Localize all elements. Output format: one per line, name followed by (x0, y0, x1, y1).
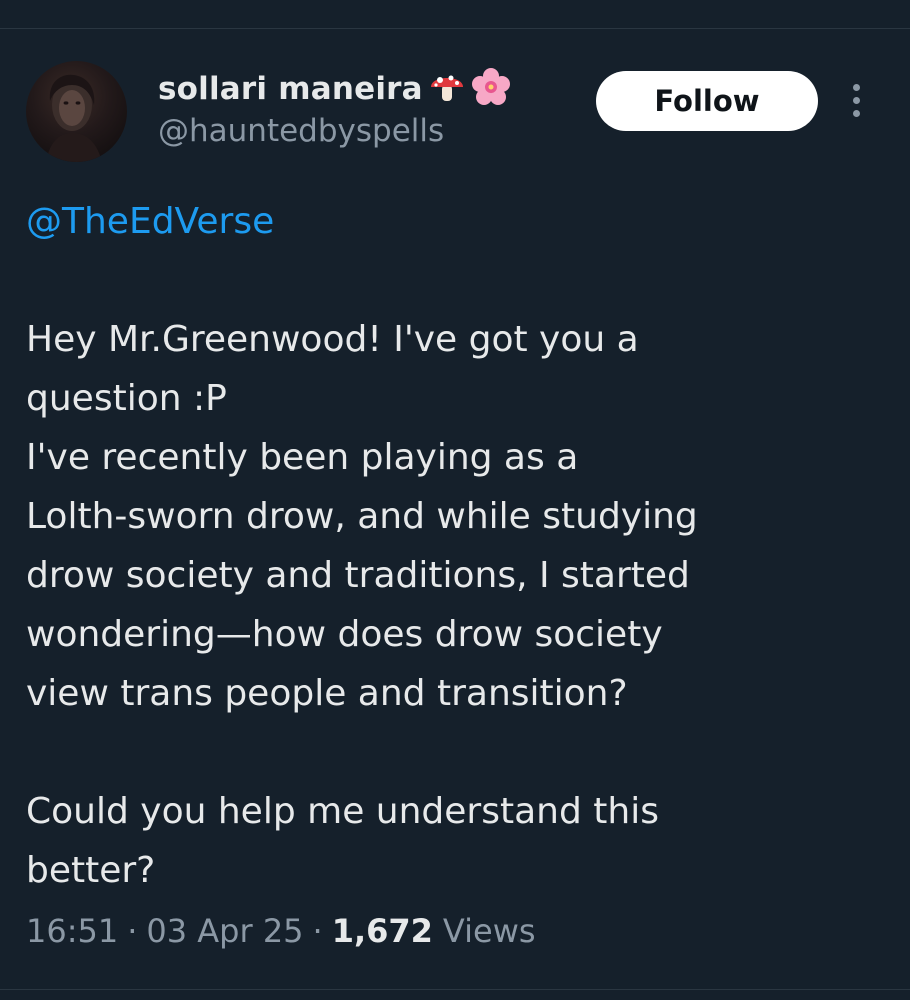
bottom-divider (0, 989, 910, 990)
cherry-blossom-emoji-icon (471, 67, 511, 111)
top-divider (0, 28, 910, 29)
line-spacer (26, 723, 886, 782)
line-spacer (26, 251, 886, 310)
more-dot (852, 96, 860, 104)
author-name-row[interactable]: sollari maneira (158, 64, 511, 114)
views-count[interactable]: 1,672 (332, 912, 433, 950)
avatar-photo (46, 74, 102, 162)
more-dot (852, 83, 860, 91)
more-vertical-icon[interactable] (836, 80, 876, 120)
follow-button[interactable]: Follow (596, 71, 818, 131)
tweet-paragraph-1: Hey Mr.Greenwood! I've got you a questio… (26, 319, 698, 714)
tweet-meta: 16:51 · 03 Apr 25 · 1,672 Views (26, 912, 536, 950)
more-dot (852, 109, 860, 117)
tweet-date[interactable]: 03 Apr 25 (146, 912, 303, 950)
mushroom-emoji-icon (429, 69, 465, 109)
meta-separator: · (312, 912, 323, 950)
tweet-time[interactable]: 16:51 (26, 912, 118, 950)
tweet-text: @TheEdVerse Hey Mr.Greenwood! I've got y… (26, 192, 886, 900)
tweet-paragraph-2: Could you help me understand this better… (26, 791, 659, 891)
avatar[interactable] (26, 61, 127, 162)
meta-separator: · (127, 912, 138, 950)
mention-link[interactable]: @TheEdVerse (26, 201, 274, 242)
author-display-name[interactable]: sollari maneira (158, 71, 423, 107)
author-handle[interactable]: @hauntedbyspells (158, 113, 444, 149)
views-label: Views (442, 912, 536, 950)
